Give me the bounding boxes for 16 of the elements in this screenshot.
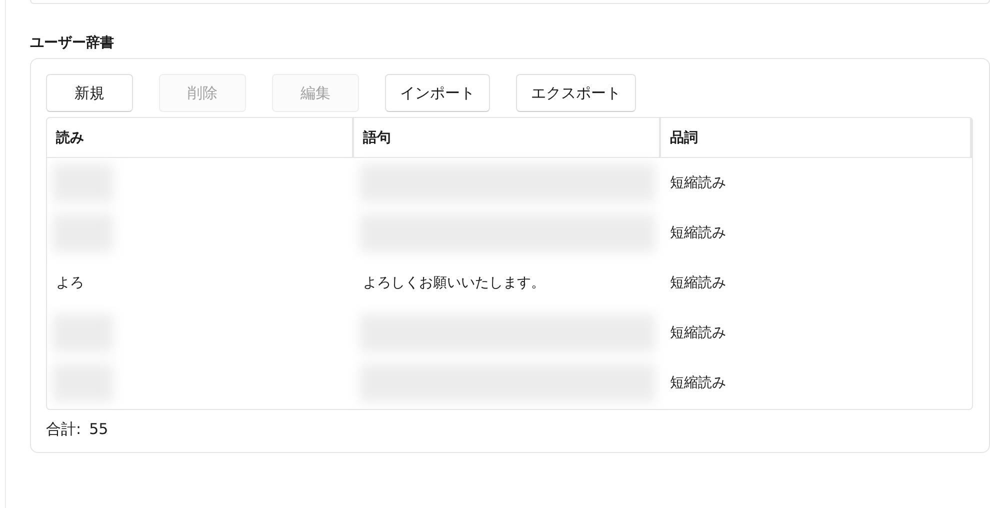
total-count: 55 <box>89 420 108 439</box>
toolbar-button[interactable]: エクスポート <box>516 74 636 112</box>
section-title: ユーザー辞書 <box>30 34 115 53</box>
column-header[interactable]: 読み <box>47 118 354 158</box>
toolbar-button[interactable]: 新規 <box>46 74 133 112</box>
column-header[interactable]: 語句 <box>354 118 661 158</box>
total-label: 合計: <box>46 420 82 439</box>
table-cell-text: 短縮読み <box>669 224 727 243</box>
table-cell-text: 短縮読み <box>669 374 727 393</box>
table-cell-text: よろ <box>55 274 85 293</box>
column-header[interactable]: 品詞 <box>661 118 972 158</box>
table-cell-text: 短縮読み <box>669 174 727 193</box>
toolbar-button[interactable]: インポート <box>385 74 490 112</box>
table-cell-text: 短縮読み <box>669 324 727 343</box>
table-cell-text: 短縮読み <box>669 274 727 293</box>
table-cell-text: よろしくお願いいたします。 <box>362 274 546 293</box>
